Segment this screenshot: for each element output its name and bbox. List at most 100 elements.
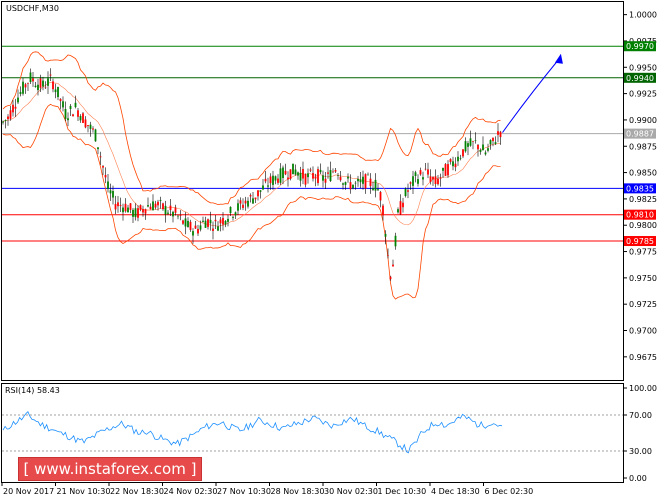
candle-body [247, 200, 249, 207]
candle-body [494, 142, 497, 144]
candle-body [339, 176, 342, 181]
candle-body [414, 172, 417, 177]
candle-body [332, 171, 334, 173]
candle-body [379, 192, 382, 201]
candle-body [229, 206, 232, 214]
candle-body [27, 83, 29, 84]
candle-body [452, 161, 454, 167]
candle-body [159, 199, 162, 201]
candle-body [227, 218, 229, 222]
candle-body [489, 140, 492, 145]
candle-body [324, 178, 327, 183]
candle-body [269, 176, 272, 184]
candle-body [274, 176, 277, 181]
chart-canvas: USDCHF,M30 1.00000.99750.99500.99250.990… [1, 1, 657, 496]
price-tick-label: 0.9800 [629, 221, 657, 230]
candle-body [54, 89, 57, 93]
time-tick-label: 20 Nov 2017 [3, 487, 54, 496]
candle-body [349, 182, 352, 190]
time-tick-label: 22 Nov 18:30 [110, 487, 164, 496]
candle-body [264, 178, 267, 182]
candle-body [329, 170, 332, 181]
candle-body [144, 209, 147, 214]
price-tick-label: 0.9725 [629, 300, 657, 309]
candle-body [374, 179, 377, 191]
candle-body [2, 121, 4, 123]
price-tick-label: 0.9850 [629, 169, 657, 178]
price-panel-frame [1, 1, 624, 381]
candle-body [137, 208, 139, 218]
candle-body [167, 212, 169, 214]
price-tick-label: 0.9675 [629, 353, 657, 362]
candle-body [177, 215, 179, 217]
candle-body [192, 231, 194, 236]
candle-body [294, 169, 297, 175]
candle-body [14, 106, 17, 109]
candle-body [314, 176, 317, 179]
candle-body [122, 207, 124, 213]
candle-body [162, 203, 164, 210]
candle-body [82, 113, 84, 123]
candle-body [392, 264, 394, 267]
candle-body [352, 184, 354, 189]
candle-body [459, 157, 462, 159]
candle-body [254, 197, 257, 200]
level-tag-label: 0.9785 [626, 237, 654, 246]
candle-body [69, 105, 72, 109]
candle-body [132, 209, 134, 217]
candle-body [194, 225, 197, 229]
candle-body [399, 201, 402, 215]
candle-body [119, 205, 122, 206]
candle-body [244, 200, 247, 204]
price-tick-label: 0.9700 [629, 327, 657, 336]
price-tick-label: 0.9750 [629, 274, 657, 283]
candle-body [299, 172, 302, 181]
candle-body [424, 168, 427, 170]
candle-body [467, 143, 469, 147]
candle-body [204, 220, 207, 228]
candle-body [59, 98, 62, 102]
candle-body [134, 208, 137, 218]
candle-body [169, 205, 172, 211]
candle-body [499, 131, 502, 138]
candle-body [12, 104, 14, 113]
candle-body [394, 235, 397, 247]
candle-body [214, 219, 217, 222]
candle-body [47, 78, 49, 86]
level-tag-label: 0.9887 [626, 130, 654, 139]
time-tick-label: 21 Nov 10:30 [57, 487, 111, 496]
candle-body [272, 175, 274, 185]
candle-body [107, 181, 109, 189]
candle-body [422, 177, 424, 180]
candle-body [154, 203, 157, 208]
candle-body [297, 172, 299, 176]
candle-body [24, 84, 27, 88]
candle-body [429, 176, 432, 182]
candle-body [64, 109, 67, 119]
candle-body [377, 189, 379, 191]
candle-body [249, 195, 252, 197]
rsi-axis: 100.00 70.00 30.00 0.00 [623, 384, 657, 483]
candle-body [457, 156, 459, 162]
watermark-logo: [ www.instaforex.com ] [18, 457, 202, 481]
price-tick-label: 0.9875 [629, 142, 657, 151]
candle-body [189, 221, 192, 230]
candle-body [224, 220, 227, 225]
candle-body [472, 141, 474, 142]
candle-body [94, 129, 97, 142]
candle-body [99, 156, 102, 158]
candle-body [127, 207, 129, 213]
candle-body [322, 175, 324, 181]
candle-body [202, 220, 204, 222]
candle-body [142, 209, 144, 213]
candle-body [164, 205, 167, 215]
time-axis: 20 Nov 2017 21 Nov 10:30 22 Nov 18:30 24 No… [1, 482, 533, 496]
candle-body [262, 185, 264, 190]
candle-body [7, 116, 9, 120]
candle-body [279, 168, 282, 183]
candle-body [387, 254, 389, 256]
candle-body [342, 183, 344, 185]
candle-body [292, 163, 294, 175]
candle-body [29, 72, 32, 83]
candle-body [217, 226, 219, 231]
